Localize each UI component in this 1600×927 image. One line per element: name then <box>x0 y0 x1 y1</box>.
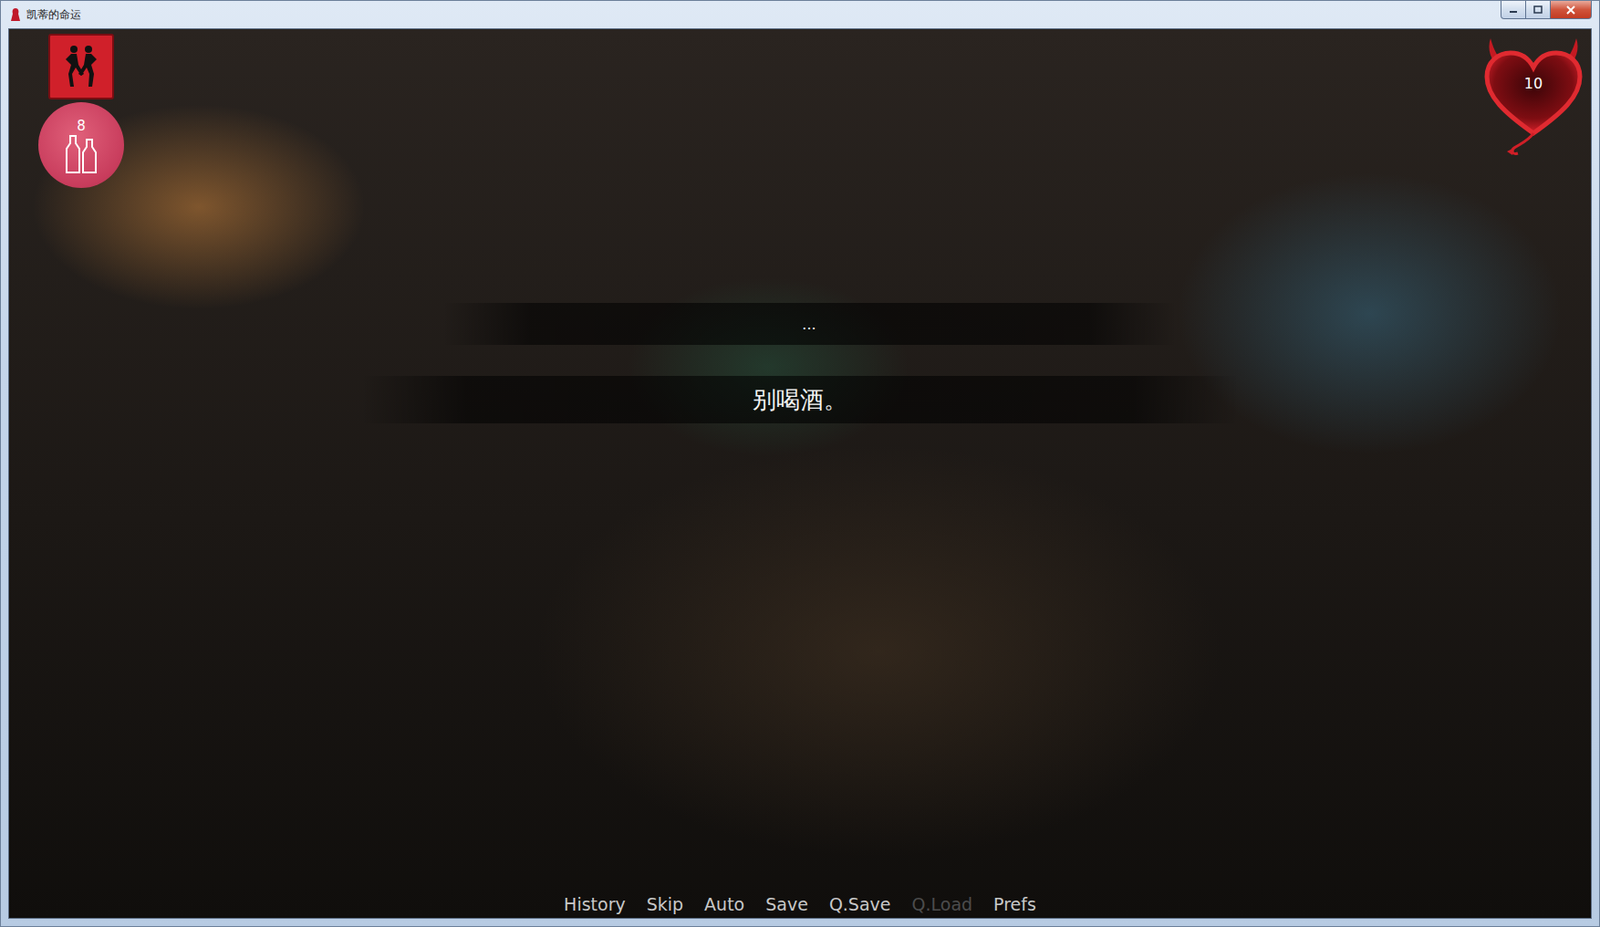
minimize-icon <box>1508 6 1518 14</box>
devil-heart-icon <box>1477 31 1590 159</box>
heart-count: 10 <box>1477 76 1590 92</box>
speaker-band: ... <box>442 302 1177 345</box>
dialogue-text: 别喝酒。 <box>752 384 848 416</box>
quick-menu-button[interactable]: Skip <box>646 892 684 916</box>
quick-menu-button[interactable]: History <box>563 892 626 916</box>
dialogue-band: 别喝酒。 <box>361 375 1239 424</box>
close-icon <box>1566 5 1576 15</box>
game-scene[interactable]: 8 10... 别喝酒。 History Skip Auto Save Q.Save Q.Loa… <box>8 28 1592 919</box>
quick-menu-button[interactable]: Q.Save <box>829 892 892 916</box>
quick-menu-button[interactable]: Prefs <box>993 892 1037 916</box>
bottles-icon <box>61 132 102 178</box>
quick-menu-button[interactable]: Save <box>765 892 809 916</box>
quick-menu-button[interactable]: Auto <box>704 892 745 916</box>
minimize-button[interactable] <box>1500 0 1527 20</box>
drinks-badge: 8 <box>38 102 125 188</box>
dialogue-box[interactable]: ... 别喝酒。 <box>9 302 1591 424</box>
drinks-count: 8 <box>38 119 125 134</box>
window-controls <box>1501 0 1592 20</box>
corruption-heart: 10 <box>1477 31 1590 159</box>
quick-menu: History Skip Auto Save Q.Save Q.Load Prefs <box>9 892 1591 916</box>
dance-button[interactable] <box>48 33 115 100</box>
maximize-button[interactable] <box>1525 0 1551 20</box>
dance-badge[interactable] <box>48 33 115 100</box>
app-icon <box>10 7 21 22</box>
app-window: 凯蒂的命运 8 10... 别喝酒。 History Skip Auto Save Q.Save… <box>0 0 1600 927</box>
drinks-circle: 8 <box>38 102 125 188</box>
dancers-icon <box>55 41 107 93</box>
speaker-name: ... <box>801 315 816 333</box>
maximize-icon <box>1533 5 1543 14</box>
close-button[interactable] <box>1549 0 1592 20</box>
window-title: 凯蒂的命运 <box>26 7 82 23</box>
title-bar: 凯蒂的命运 <box>8 0 1592 29</box>
quick-menu-button: Q.Load <box>912 892 974 916</box>
